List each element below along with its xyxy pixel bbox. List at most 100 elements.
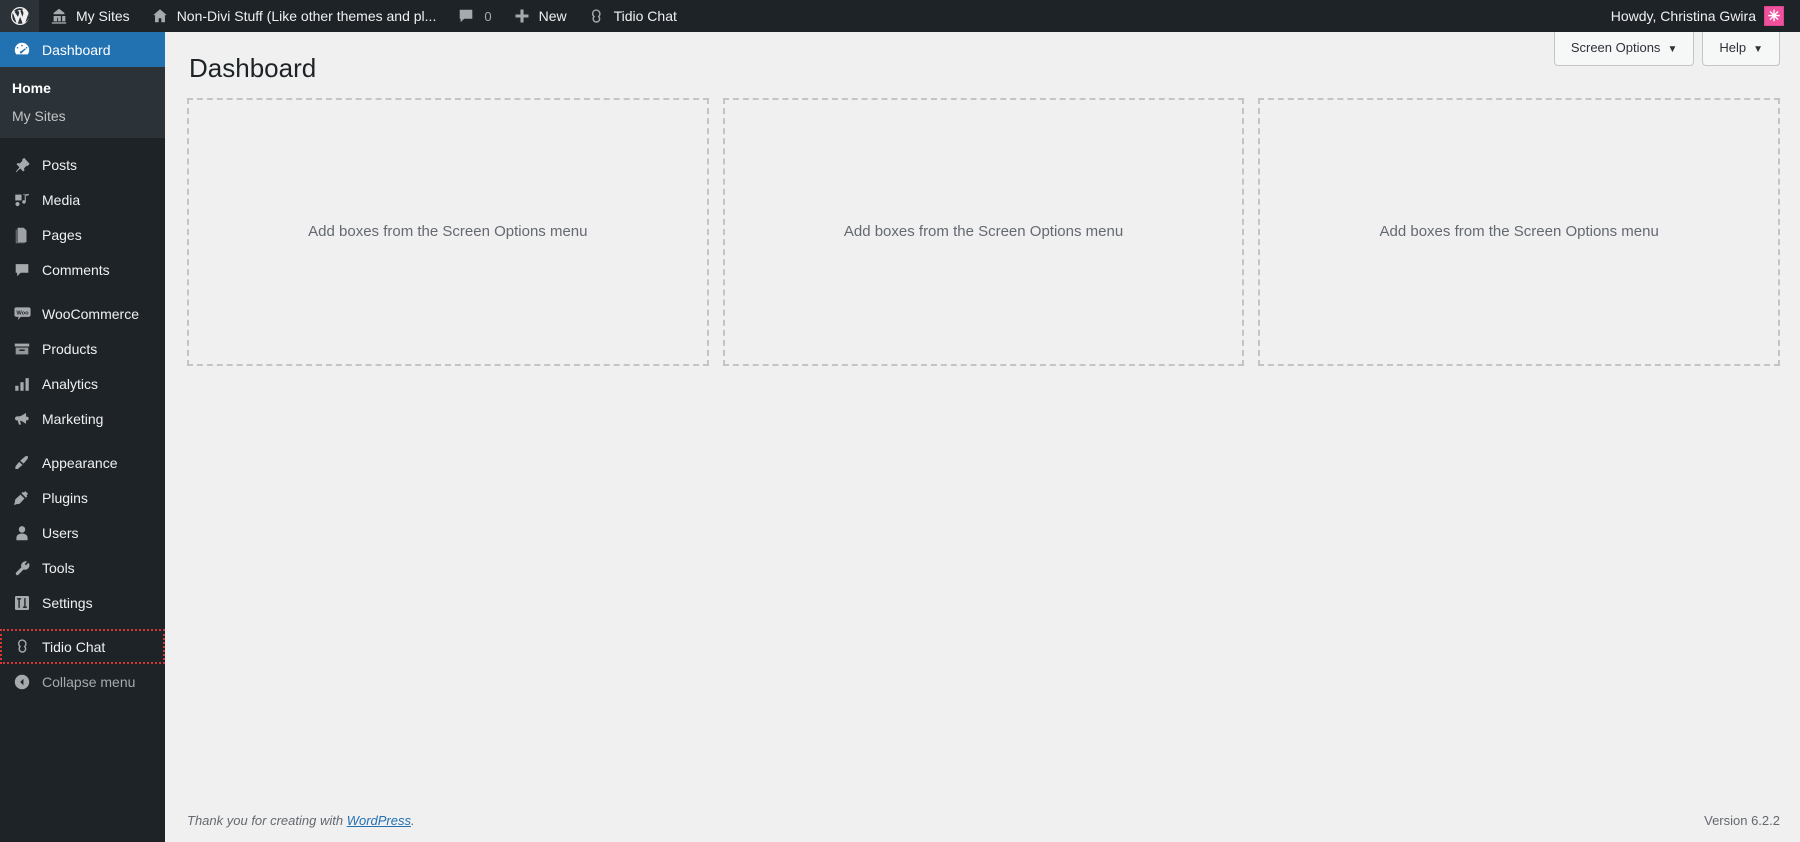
- tidio-icon: [587, 6, 607, 26]
- empty-widget-placeholder[interactable]: Add boxes from the Screen Options menu: [187, 97, 709, 366]
- wordpress-logo-icon: [10, 6, 30, 26]
- sidebar-item-label: Appearance: [42, 454, 118, 471]
- footer-thankyou: Thank you for creating with WordPress.: [187, 813, 415, 828]
- admin-sidebar-menu: Dashboard Home My Sites Posts Media Page…: [0, 32, 173, 842]
- sidebar-item-woocommerce[interactable]: Woo WooCommerce: [0, 296, 165, 331]
- settings-sliders-icon: [12, 593, 32, 613]
- footer-thanks-suffix: .: [411, 812, 415, 828]
- submenu-item-home[interactable]: Home: [0, 74, 165, 102]
- megaphone-icon: [12, 409, 32, 429]
- wordpress-link[interactable]: WordPress: [347, 813, 411, 828]
- sidebar-item-label: Posts: [42, 156, 78, 173]
- admin-bar: My Sites Non-Divi Stuff (Like other them…: [0, 0, 1800, 32]
- sidebar-item-pages[interactable]: Pages: [0, 217, 165, 252]
- empty-widget-text: Add boxes from the Screen Options menu: [1379, 223, 1659, 241]
- menu-separator: [0, 287, 165, 296]
- collapse-menu-button[interactable]: Collapse menu: [0, 664, 165, 699]
- adminbar-my-sites[interactable]: My Sites: [39, 0, 140, 32]
- sidebar-item-label: Pages: [42, 226, 82, 243]
- wrench-icon: [12, 558, 32, 578]
- submenu-item-label: My Sites: [12, 108, 66, 124]
- sidebar-item-label: WooCommerce: [42, 305, 139, 322]
- chevron-down-icon: ▼: [1753, 44, 1763, 55]
- chevron-down-icon: ▼: [1667, 44, 1678, 55]
- sidebar-item-label: Settings: [42, 594, 93, 611]
- pin-icon: [12, 155, 32, 175]
- plug-icon: [12, 488, 32, 508]
- sidebar-item-analytics[interactable]: Analytics: [0, 366, 165, 401]
- menu-separator: [0, 620, 165, 629]
- adminbar-comments-count: 0: [484, 8, 492, 24]
- sidebar-item-tidio-chat[interactable]: Tidio Chat: [0, 629, 165, 664]
- sidebar-item-label: Users: [42, 524, 79, 541]
- products-icon: [12, 339, 32, 359]
- sidebar-item-posts[interactable]: Posts: [0, 147, 165, 182]
- sidebar-item-label: Tools: [42, 559, 75, 576]
- site-home-icon: [150, 6, 170, 26]
- sidebar-item-label: Marketing: [42, 410, 104, 427]
- submenu-item-my-sites[interactable]: My Sites: [0, 102, 165, 130]
- sidebar-item-media[interactable]: Media: [0, 182, 165, 217]
- adminbar-site-name-label: Non-Divi Stuff (Like other themes and pl…: [176, 8, 437, 24]
- footer-thanks-prefix: Thank you for creating with: [187, 812, 347, 828]
- dashboard-icon: [12, 40, 32, 60]
- dashboard-widgets-wrap: Add boxes from the Screen Options menu A…: [187, 97, 1781, 366]
- screen-meta-links: Screen Options ▼ Help ▼: [1553, 32, 1780, 67]
- sidebar-item-label: Plugins: [42, 489, 88, 506]
- avatar: ✳: [1764, 6, 1784, 26]
- sidebar-item-marketing[interactable]: Marketing: [0, 401, 165, 436]
- adminbar-wp-logo[interactable]: [0, 0, 39, 32]
- adminbar-right-group: Howdy, Christina Gwira ✳: [1603, 0, 1800, 32]
- adminbar-new-label: New: [538, 8, 567, 24]
- menu-separator: [0, 138, 165, 147]
- wp-body: Screen Options ▼ Help ▼ Dashboard Add boxe…: [165, 32, 1800, 842]
- sidebar-item-dashboard[interactable]: Dashboard: [0, 32, 173, 67]
- help-label: Help: [1719, 40, 1747, 55]
- adminbar-new-content[interactable]: New: [502, 0, 577, 32]
- woocommerce-icon: Woo: [12, 304, 32, 324]
- sidebar-item-appearance[interactable]: Appearance: [0, 445, 165, 480]
- sidebar-item-label: Comments: [42, 261, 110, 278]
- postbox-container-2: Add boxes from the Screen Options menu: [722, 97, 1245, 366]
- tidio-icon: [12, 637, 32, 657]
- comment-bubble-icon: [12, 260, 32, 280]
- sidebar-item-products[interactable]: Products: [0, 331, 165, 366]
- adminbar-tidio-label: Tidio Chat: [613, 8, 677, 24]
- adminbar-my-sites-label: My Sites: [76, 8, 130, 24]
- pages-icon: [12, 225, 32, 245]
- comment-bubble-icon: [456, 6, 476, 26]
- dashboard-submenu: Home My Sites: [0, 67, 165, 138]
- sidebar-item-settings[interactable]: Settings: [0, 585, 165, 620]
- admin-footer: Thank you for creating with WordPress. V…: [165, 798, 1800, 842]
- sidebar-item-label: Tidio Chat: [42, 638, 106, 655]
- adminbar-my-account[interactable]: Howdy, Christina Gwira ✳: [1603, 0, 1792, 32]
- empty-widget-placeholder[interactable]: Add boxes from the Screen Options menu: [722, 97, 1245, 366]
- sidebar-item-comments[interactable]: Comments: [0, 252, 165, 287]
- adminbar-tidio-chat[interactable]: Tidio Chat: [577, 0, 687, 32]
- empty-widget-text: Add boxes from the Screen Options menu: [308, 223, 588, 241]
- collapse-menu-label: Collapse menu: [42, 673, 136, 690]
- chart-bar-icon: [12, 374, 32, 394]
- empty-widget-placeholder[interactable]: Add boxes from the Screen Options menu: [1258, 97, 1781, 366]
- footer-version: Version 6.2.2: [1704, 812, 1780, 828]
- adminbar-comments[interactable]: 0: [446, 0, 501, 32]
- sidebar-item-plugins[interactable]: Plugins: [0, 480, 165, 515]
- adminbar-site-name[interactable]: Non-Divi Stuff (Like other themes and pl…: [140, 0, 447, 32]
- sidebar-item-label: Products: [42, 340, 98, 357]
- postbox-container-3: Add boxes from the Screen Options menu: [1258, 97, 1781, 366]
- media-icon: [12, 190, 32, 210]
- menu-separator: [0, 436, 165, 445]
- sidebar-item-label: Media: [42, 191, 81, 208]
- collapse-arrow-icon: [12, 672, 32, 692]
- user-icon: [12, 523, 32, 543]
- page-title: Dashboard: [189, 53, 317, 83]
- help-button[interactable]: Help ▼: [1702, 32, 1780, 67]
- screen-options-button[interactable]: Screen Options ▼: [1553, 32, 1695, 67]
- sidebar-item-users[interactable]: Users: [0, 515, 165, 550]
- content-area: Screen Options ▼ Help ▼ Dashboard Add boxe…: [165, 32, 1800, 842]
- screen-options-label: Screen Options: [1570, 40, 1661, 55]
- sidebar-item-tools[interactable]: Tools: [0, 550, 165, 585]
- adminbar-howdy-label: Howdy, Christina Gwira: [1610, 8, 1756, 24]
- sidebar-item-label: Analytics: [42, 375, 99, 392]
- postbox-container-1: Add boxes from the Screen Options menu: [187, 97, 709, 366]
